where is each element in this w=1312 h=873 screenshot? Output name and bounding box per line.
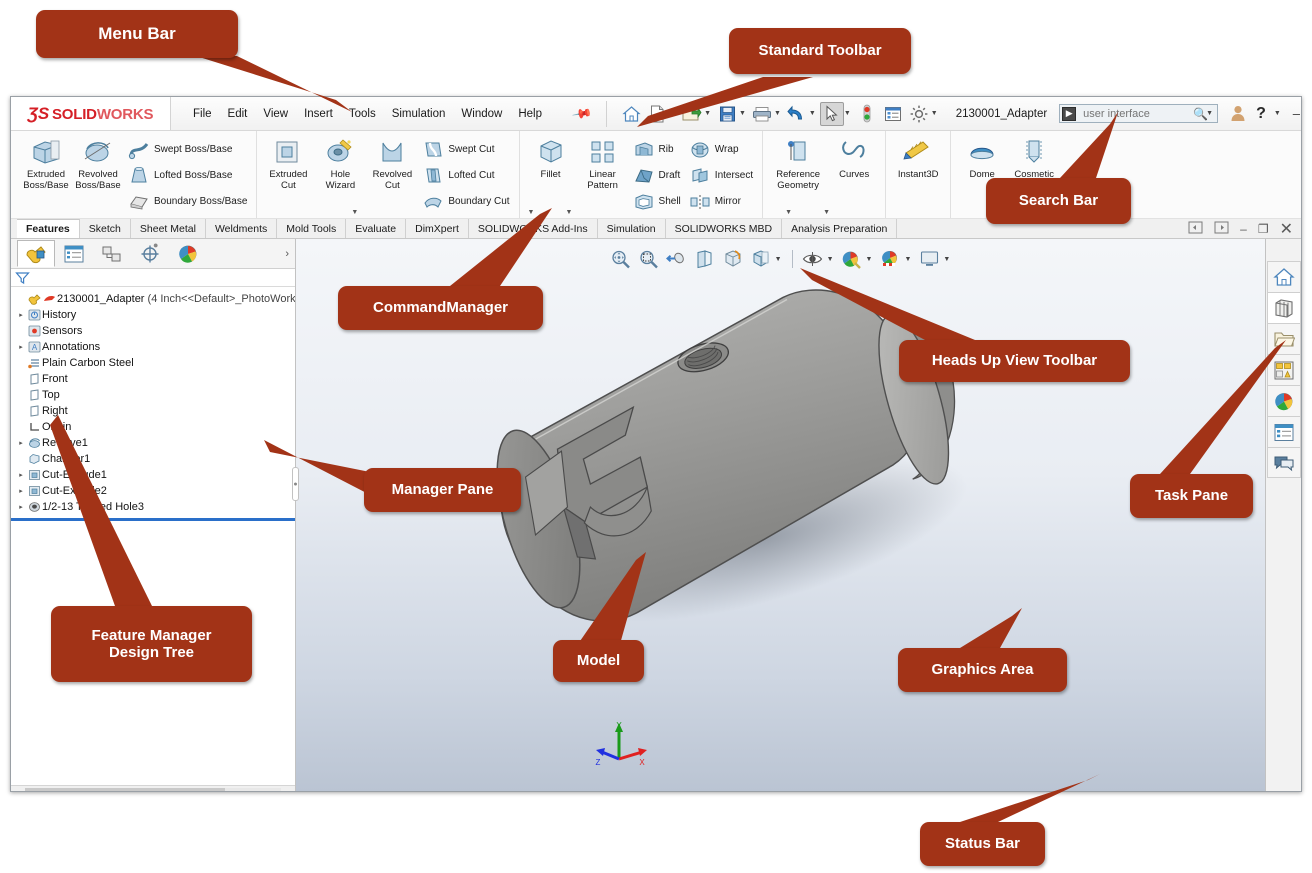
callout-label: Menu Bar [98, 24, 176, 44]
callout-menu-bar: Menu Bar [36, 10, 238, 58]
callout-label: Status Bar [944, 835, 1021, 853]
callout-label: Model [576, 652, 621, 670]
callout-label: Graphics Area [931, 661, 1034, 679]
callout-command-manager: CommandManager [338, 286, 543, 330]
callout-label: Task Pane [1154, 487, 1229, 505]
callout-feature-manager-design-tree: Feature Manager Design Tree [51, 606, 252, 682]
leader-menu-bar [0, 0, 1312, 873]
callout-model: Model [553, 640, 644, 682]
callout-label-line1: Feature Manager [91, 626, 212, 644]
callout-standard-toolbar: Standard Toolbar [729, 28, 911, 74]
callout-status-bar: Status Bar [920, 822, 1045, 866]
callout-label: CommandManager [372, 299, 509, 317]
callout-search-bar: Search Bar [986, 178, 1131, 224]
screenshot-root: ƷS SOLIDWORKS File Edit View Insert Tools… [0, 0, 1312, 873]
callout-label: Manager Pane [391, 481, 494, 499]
callout-label: Heads Up View Toolbar [931, 352, 1098, 370]
callout-label: Search Bar [1018, 192, 1099, 210]
callout-heads-up-view-toolbar: Heads Up View Toolbar [899, 340, 1130, 382]
callout-graphics-area: Graphics Area [898, 648, 1067, 692]
callout-label: Standard Toolbar [758, 42, 882, 60]
callout-label-line2: Design Tree [108, 644, 195, 661]
callout-manager-pane: Manager Pane [364, 468, 521, 512]
callout-task-pane: Task Pane [1130, 474, 1253, 518]
